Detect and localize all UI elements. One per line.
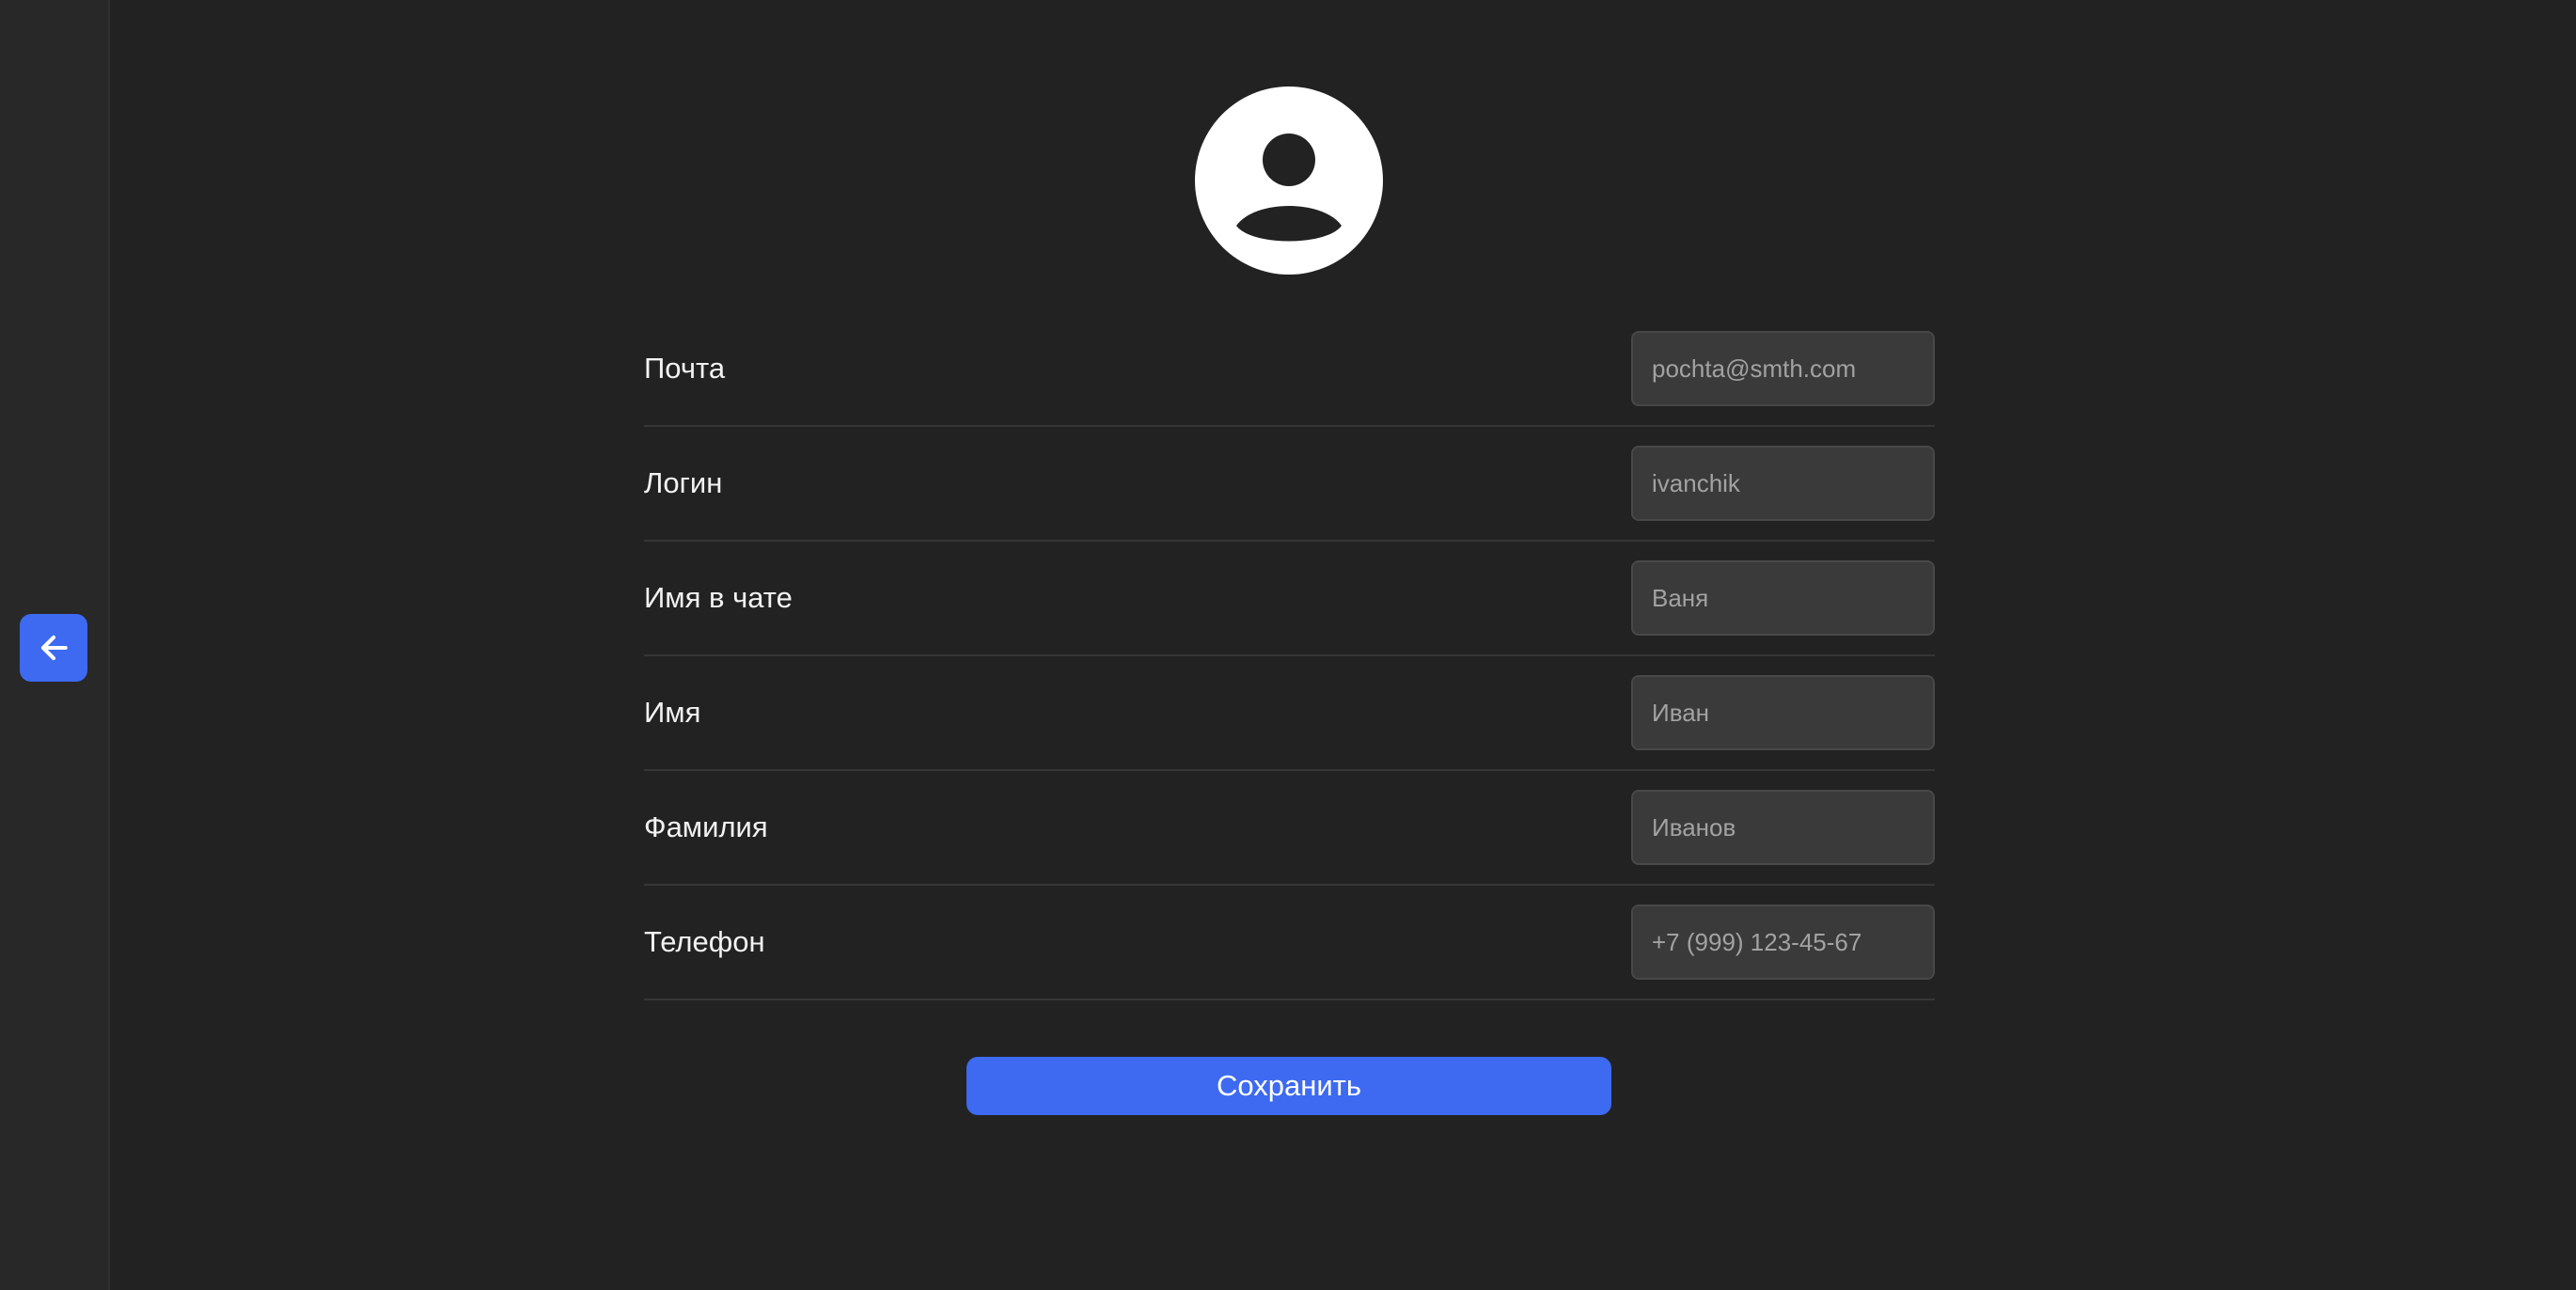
first-name-field[interactable] [1631, 675, 1935, 750]
last-name-field[interactable] [1631, 790, 1935, 865]
form-row-first-name: Имя [644, 656, 1935, 771]
back-button[interactable] [20, 614, 87, 682]
login-field[interactable] [1631, 446, 1935, 521]
user-avatar-icon[interactable] [1195, 87, 1383, 275]
form-row-chat-name: Имя в чате [644, 542, 1935, 656]
arrow-left-icon [40, 635, 68, 661]
login-label: Логин [644, 466, 723, 499]
last-name-label: Фамилия [644, 810, 768, 843]
phone-field[interactable] [1631, 905, 1935, 980]
email-label: Почта [644, 352, 726, 385]
save-button[interactable]: Сохранить [966, 1057, 1611, 1115]
email-field[interactable] [1631, 331, 1935, 406]
main-content: Почта Логин Имя в чате Имя Фамилия Телеф [112, 0, 2576, 1290]
form-row-last-name: Фамилия [644, 771, 1935, 886]
chat-name-field[interactable] [1631, 560, 1935, 636]
phone-label: Телефон [644, 925, 765, 958]
form-row-phone: Телефон [644, 886, 1935, 1000]
form-row-login: Логин [644, 427, 1935, 542]
form-row-email: Почта [644, 312, 1935, 427]
profile-form: Почта Логин Имя в чате Имя Фамилия Телеф [644, 312, 1935, 1000]
first-name-label: Имя [644, 696, 701, 729]
chat-name-label: Имя в чате [644, 581, 793, 614]
profile-page: Почта Логин Имя в чате Имя Фамилия Телеф [0, 0, 2576, 1290]
sidebar [0, 0, 110, 1290]
